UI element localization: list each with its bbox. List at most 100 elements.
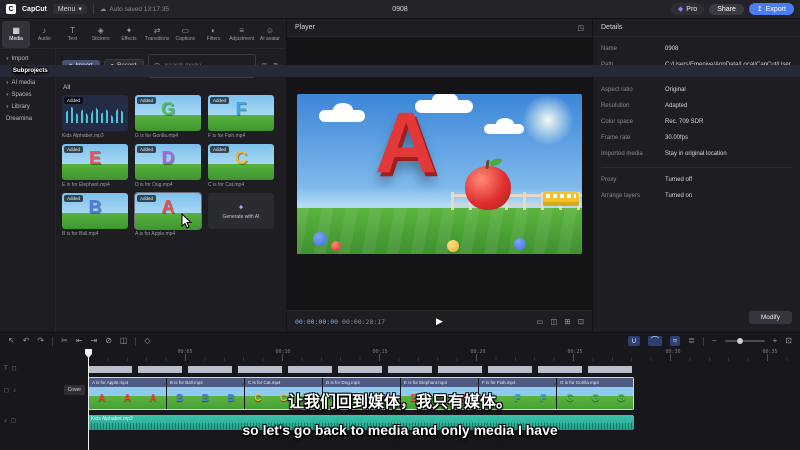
player-controls: 00:00:00:00 00:00:28:17 ▶ ▭ ◫ ⊞ ⊡ <box>287 310 592 332</box>
tab-filters[interactable]: ◐ Filters <box>199 21 227 48</box>
play-button[interactable]: ▶ <box>436 316 443 327</box>
keyframe-icon[interactable]: ◇ <box>144 337 150 345</box>
trim-right-icon[interactable]: ⇥ <box>91 337 98 345</box>
capcut-window: C CapCut Menu ▾ ☁ Auto saved 13:17:35 0908… <box>0 0 800 450</box>
ball-graphic <box>331 240 341 251</box>
media-tab-icon: ▦ <box>12 26 20 35</box>
tab-ai-avatar[interactable]: ☺ AI avatar <box>256 21 284 48</box>
sidebar-item-dreamina[interactable]: Dreamina <box>0 113 55 125</box>
current-time: 00:00:00:00 <box>295 317 339 326</box>
sidebar-item-import[interactable]: ▾ Import <box>0 53 55 65</box>
sidebar-item-library[interactable]: ▾ Library <box>0 101 55 113</box>
share-button[interactable]: Share <box>709 3 744 15</box>
media-item-d-dog[interactable]: Added D D is for Dog.mp4 <box>135 144 201 188</box>
pro-button[interactable]: ◆ Pro <box>670 3 705 15</box>
select-tool-icon[interactable]: ↖ <box>8 337 15 345</box>
ruler-mark: 00:15 <box>372 349 388 355</box>
mirror-icon[interactable]: ◫ <box>120 337 128 345</box>
apple-graphic <box>465 165 511 210</box>
split-icon[interactable]: ✂ <box>61 337 68 345</box>
waveform-thumb <box>66 105 124 123</box>
tab-transitions[interactable]: ⇄ Transitions <box>143 21 171 48</box>
media-item-c-cat[interactable]: Added C C is for Cat.mp4 <box>208 144 274 188</box>
fullscreen-icon[interactable]: ⊡ <box>578 317 584 326</box>
ruler-mark: 00:25 <box>567 349 583 355</box>
fit-timeline-icon[interactable]: ⊡ <box>785 337 792 345</box>
media-item-f-fish[interactable]: Added F F is for Fish.mp4 <box>208 95 274 139</box>
modify-button[interactable]: Modify <box>748 311 792 324</box>
delete-icon[interactable]: ⊘ <box>105 337 112 345</box>
track-height-icon[interactable]: ≣ <box>688 337 695 345</box>
divider <box>135 336 137 346</box>
redo-icon[interactable]: ↷ <box>37 337 44 345</box>
trim-left-icon[interactable]: ⇤ <box>76 337 83 345</box>
media-item-kids-alphabet[interactable]: Added Kids Alphabet.mp3 <box>62 95 128 139</box>
sidebar-item-ai-media[interactable]: ▾ AI media <box>0 77 55 89</box>
tab-adjustment[interactable]: ≡ Adjustment <box>228 21 256 48</box>
link-toggle-icon[interactable]: ≈ <box>669 336 681 346</box>
ruler-mark: 00:30 <box>665 349 681 355</box>
tab-text[interactable]: T Text <box>58 21 86 48</box>
text-tab-icon: T <box>70 26 75 35</box>
expand-icon[interactable]: ◳ <box>577 24 584 32</box>
player-title: Player <box>295 24 315 31</box>
snap-toggle-icon[interactable]: ⌒ <box>647 336 662 346</box>
grid-icon[interactable]: ⊞ <box>564 317 570 326</box>
media-grid: Added Kids Alphabet.mp3 Added G G is for … <box>62 95 280 237</box>
media-sidebar: ▾Import Media Subprojects ▾Yours ▾AI med… <box>0 49 800 332</box>
zoom-knob[interactable] <box>736 338 743 344</box>
detail-row-proxy: Proxy Turned off <box>601 177 693 183</box>
media-item-e-elephant[interactable]: Added E E is for Elephant.mp4 <box>62 144 128 188</box>
sidebar-item-subprojects[interactable]: Subprojects <box>0 65 800 77</box>
text-track-controls: T ◻ <box>4 365 17 373</box>
top-bar: C CapCut Menu ▾ ☁ Auto saved 13:17:35 0908… <box>0 0 800 18</box>
ratio-icon[interactable]: ▭ <box>536 317 543 326</box>
tab-captions[interactable]: ▭ Captions <box>171 21 199 48</box>
section-label: All <box>63 84 71 91</box>
zoom-slider[interactable] <box>724 338 765 344</box>
divider <box>52 336 54 346</box>
tab-audio[interactable]: ♪ Audio <box>30 21 58 48</box>
cloud-graphic <box>319 102 365 122</box>
export-button[interactable]: ↥ Export <box>748 3 794 15</box>
ball-graphic <box>313 231 327 246</box>
added-badge: Added <box>137 146 157 153</box>
audio-tab-icon: ♪ <box>42 26 47 35</box>
zoom-out-icon[interactable]: − <box>712 337 717 345</box>
timeline-ruler[interactable]: 00:05 00:10 00:15 00:20 00:25 00:30 00:3… <box>88 349 800 361</box>
tab-media[interactable]: ▦ Media <box>2 21 31 48</box>
captions-tab-icon: ▭ <box>181 26 190 35</box>
magnet-toggle-icon[interactable]: ∪ <box>628 336 640 346</box>
ruler-mark: 00:20 <box>470 349 486 355</box>
chevron-down-icon: ▾ <box>6 92 9 98</box>
export-icon: ↥ <box>756 6 763 13</box>
generate-with-ai-tile[interactable]: ✦ Generate with AI <box>208 193 274 237</box>
detail-row-aspect-ratio: Aspect ratio Original <box>601 87 686 93</box>
tab-stickers[interactable]: ◈ Stickers <box>87 21 115 48</box>
media-item-b-ball[interactable]: Added B B is for Ball.mp4 <box>62 193 128 237</box>
added-badge: Added <box>210 146 230 153</box>
undo-icon[interactable]: ↶ <box>23 337 30 345</box>
added-badge: Added <box>137 195 157 202</box>
lock-icon[interactable]: ◻ <box>12 365 17 372</box>
sidebar-item-spaces[interactable]: ▾ Spaces <box>0 89 55 101</box>
ball-graphic <box>514 237 526 250</box>
text-track-icon: T <box>4 365 8 372</box>
media-item-g-gorilla[interactable]: Added G G is for Gorilla.mp4 <box>135 95 201 139</box>
mirror-icon[interactable]: ◫ <box>550 317 557 326</box>
ball-graphic <box>447 239 459 252</box>
zoom-in-icon[interactable]: + <box>773 337 778 345</box>
effects-tab-icon: ✦ <box>125 26 133 35</box>
detail-row-frame-rate: Frame rate 30.00fps <box>601 135 689 141</box>
divider <box>92 4 94 14</box>
menu-button[interactable]: Menu ▾ <box>52 4 87 14</box>
filters-tab-icon: ◐ <box>211 26 216 35</box>
transitions-tab-icon: ⇄ <box>153 26 161 35</box>
caption-track[interactable] <box>88 366 634 373</box>
video-preview[interactable]: A <box>297 93 582 254</box>
tab-effects[interactable]: ✦ Effects <box>115 21 143 48</box>
details-title: Details <box>601 24 623 31</box>
ai-avatar-tab-icon: ☺ <box>265 26 275 35</box>
autosave-status: ☁ Auto saved 13:17:35 <box>99 5 170 14</box>
stickers-tab-icon: ◈ <box>97 26 104 35</box>
